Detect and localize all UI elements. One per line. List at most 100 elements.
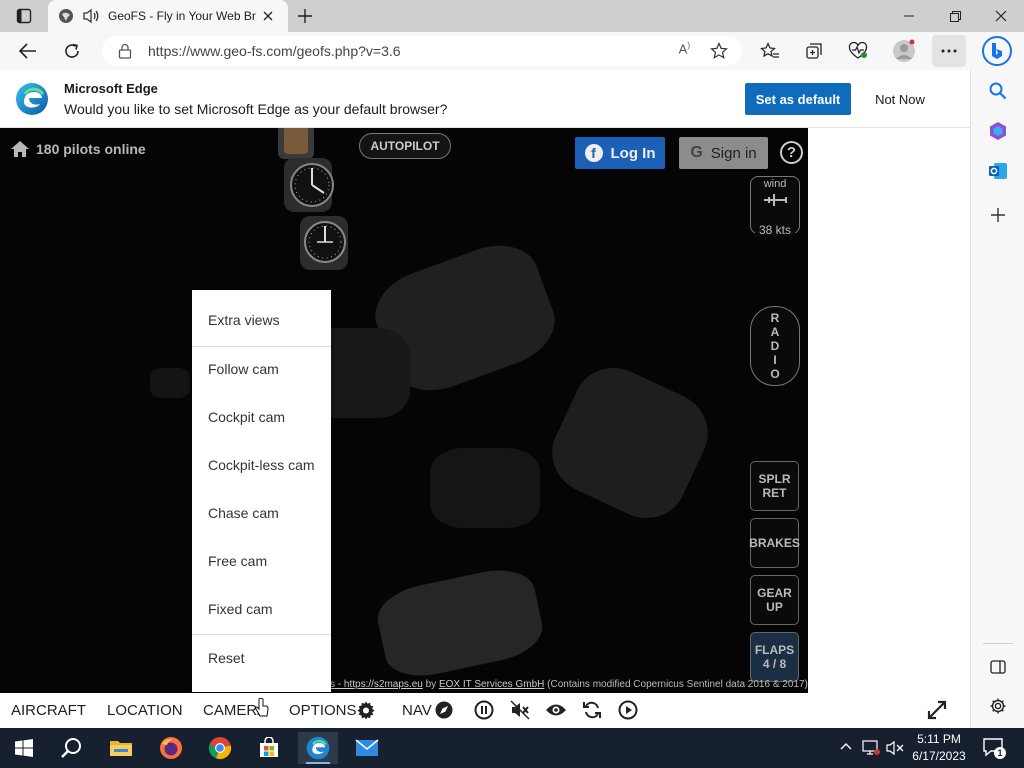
refresh-icon[interactable] bbox=[56, 35, 88, 67]
aircraft-menu[interactable]: AIRCRAFT bbox=[11, 702, 86, 719]
reset-rotate-icon[interactable] bbox=[581, 699, 603, 721]
tab-title: GeoFS - Fly in Your Web Browser bbox=[108, 9, 256, 23]
menu-divider bbox=[192, 634, 331, 635]
wind-label: wind bbox=[763, 178, 787, 190]
web-page: 180 pilots online AUTOPILOT f Log In G S… bbox=[0, 128, 970, 728]
clock-time: 5:11 PM bbox=[917, 732, 961, 746]
tab-actions-icon[interactable] bbox=[8, 4, 40, 28]
menu-item-extra-views[interactable]: Extra views bbox=[192, 300, 331, 340]
terrain-patch bbox=[150, 368, 190, 398]
favorites-icon[interactable] bbox=[754, 35, 786, 67]
shopping-icon[interactable] bbox=[985, 118, 1011, 144]
new-tab-icon[interactable] bbox=[292, 4, 318, 28]
attribution-by: by bbox=[422, 679, 439, 690]
view-eye-icon[interactable] bbox=[545, 699, 567, 721]
minimize-icon[interactable] bbox=[886, 0, 932, 32]
help-button[interactable]: ? bbox=[780, 141, 803, 164]
play-icon[interactable] bbox=[617, 699, 639, 721]
signin-label: Sign in bbox=[710, 144, 757, 162]
pilots-online[interactable]: 180 pilots online bbox=[10, 140, 146, 158]
radio-letter: I bbox=[773, 353, 777, 367]
settings-more-icon[interactable] bbox=[932, 35, 966, 67]
terrain-patch bbox=[372, 562, 548, 684]
notifications-icon[interactable]: 1 bbox=[982, 736, 1006, 759]
collections-icon[interactable] bbox=[798, 35, 830, 67]
pilots-online-label: 180 pilots online bbox=[36, 141, 146, 157]
address-bar[interactable]: https://www.geo-fs.com/geofs.php?v=3.6 A… bbox=[102, 36, 742, 66]
bing-chat-icon[interactable] bbox=[982, 36, 1012, 66]
menu-item-reset[interactable]: Reset bbox=[192, 638, 331, 678]
autopilot-button[interactable]: AUTOPILOT bbox=[359, 133, 451, 159]
radio-button[interactable]: R A D I O bbox=[750, 306, 800, 386]
speaker-icon[interactable] bbox=[82, 8, 100, 24]
system-clock[interactable]: 5:11 PM 6/17/2023 bbox=[907, 731, 971, 765]
cockpit-gauges bbox=[278, 128, 348, 270]
wind-indicator: wind 38 kts bbox=[750, 176, 800, 237]
facebook-login-button[interactable]: f Log In bbox=[575, 137, 665, 169]
pause-icon[interactable] bbox=[473, 699, 495, 721]
chrome-icon[interactable] bbox=[200, 732, 240, 764]
network-icon[interactable] bbox=[862, 740, 880, 756]
mail-icon[interactable] bbox=[347, 732, 387, 764]
brakes-button[interactable]: BRAKES bbox=[749, 518, 800, 568]
fullscreen-icon[interactable] bbox=[926, 699, 948, 721]
menu-item-cockpit-less-cam[interactable]: Cockpit-less cam bbox=[192, 445, 331, 485]
menu-item-follow-cam[interactable]: Follow cam bbox=[192, 349, 331, 389]
attribution-prefix: s - bbox=[330, 679, 344, 690]
home-icon[interactable] bbox=[10, 140, 30, 158]
browser-tab[interactable]: GeoFS - Fly in Your Web Browser bbox=[48, 0, 288, 32]
edge-sidebar bbox=[970, 70, 1024, 728]
browser-essentials-icon[interactable] bbox=[842, 35, 874, 67]
gear-button[interactable]: GEAR UP bbox=[750, 575, 799, 625]
outlook-icon[interactable] bbox=[985, 158, 1011, 184]
nav-menu[interactable]: NAV bbox=[402, 702, 432, 719]
menu-item-free-cam[interactable]: Free cam bbox=[192, 541, 331, 581]
favorite-star-icon[interactable] bbox=[710, 42, 728, 60]
flight-scene[interactable]: 180 pilots online AUTOPILOT f Log In G S… bbox=[0, 128, 808, 693]
spoilers-button[interactable]: SPLR RET bbox=[750, 461, 799, 511]
location-menu[interactable]: LOCATION bbox=[107, 702, 183, 719]
menu-item-cockpit-cam[interactable]: Cockpit cam bbox=[192, 397, 331, 437]
not-now-button[interactable]: Not Now bbox=[858, 83, 942, 115]
browser-toolbar: https://www.geo-fs.com/geofs.php?v=3.6 A… bbox=[0, 32, 1024, 70]
wind-arrow-icon bbox=[764, 194, 787, 206]
start-windows-icon[interactable] bbox=[4, 732, 44, 764]
hide-sidebar-icon[interactable] bbox=[985, 654, 1011, 680]
login-label: Log In bbox=[610, 144, 656, 162]
edge-taskbar-icon[interactable] bbox=[298, 732, 338, 764]
profile-avatar[interactable] bbox=[888, 35, 920, 67]
options-menu[interactable]: OPTIONS bbox=[289, 702, 357, 719]
terrain-patch bbox=[430, 448, 540, 528]
add-sidebar-app-icon[interactable] bbox=[985, 202, 1011, 228]
url-text[interactable]: https://www.geo-fs.com/geofs.php?v=3.6 bbox=[148, 43, 401, 59]
close-window-icon[interactable] bbox=[978, 0, 1024, 32]
file-explorer-icon[interactable] bbox=[101, 732, 141, 764]
close-tab-icon[interactable] bbox=[258, 6, 278, 26]
attribution-link-eox[interactable]: EOX IT Services GmbH bbox=[439, 679, 544, 690]
flaps-button[interactable]: FLAPS 4 / 8 bbox=[750, 632, 799, 682]
search-icon[interactable] bbox=[985, 78, 1011, 104]
wind-speed: 38 kts bbox=[755, 223, 795, 237]
google-icon: G bbox=[690, 144, 703, 161]
read-aloud-icon[interactable]: A) bbox=[679, 41, 690, 56]
menu-item-fixed-cam[interactable]: Fixed cam bbox=[192, 589, 331, 629]
store-icon[interactable] bbox=[249, 732, 289, 764]
volume-muted-icon[interactable] bbox=[885, 740, 905, 756]
map-attribution: s - https://s2maps.eu by EOX IT Services… bbox=[330, 679, 808, 690]
firefox-icon[interactable] bbox=[151, 732, 191, 764]
options-gear-icon[interactable] bbox=[355, 699, 377, 721]
menu-item-chase-cam[interactable]: Chase cam bbox=[192, 493, 331, 533]
search-taskbar-icon[interactable] bbox=[52, 732, 92, 764]
attribution-link-s2maps[interactable]: https://s2maps.eu bbox=[344, 679, 423, 690]
lock-icon[interactable] bbox=[118, 43, 132, 59]
restore-icon[interactable] bbox=[932, 0, 978, 32]
sidebar-settings-icon[interactable] bbox=[985, 693, 1011, 719]
radio-letter: O bbox=[770, 367, 780, 381]
mute-icon[interactable] bbox=[509, 699, 531, 721]
show-hidden-icons-icon[interactable] bbox=[840, 741, 852, 751]
compass-icon[interactable] bbox=[433, 699, 455, 721]
back-icon[interactable] bbox=[12, 35, 44, 67]
radio-letter: A bbox=[770, 325, 780, 339]
set-as-default-button[interactable]: Set as default bbox=[745, 83, 851, 115]
google-signin-button[interactable]: G Sign in bbox=[679, 137, 768, 169]
